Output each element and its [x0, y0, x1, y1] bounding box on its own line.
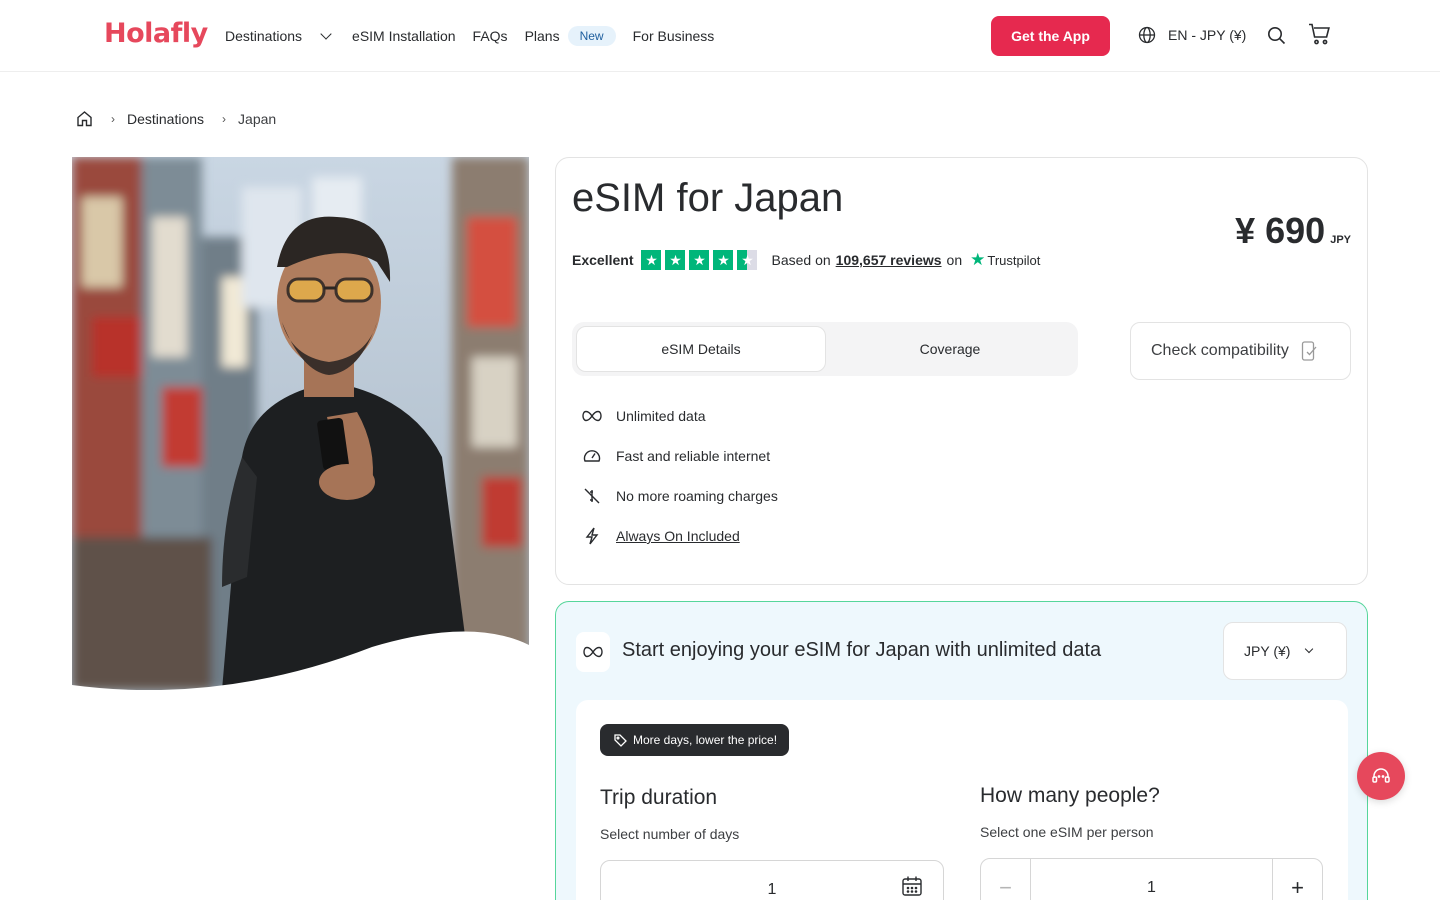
- chevron-right-icon: ›: [222, 111, 227, 126]
- search-icon[interactable]: [1267, 26, 1286, 45]
- lightning-icon: [582, 526, 602, 546]
- chevron-down-icon: [1305, 644, 1314, 654]
- feature-label: No more roaming charges: [616, 488, 778, 504]
- nav-plans[interactable]: Plans New: [525, 26, 616, 46]
- star-icon: ★: [713, 250, 734, 270]
- feature-label: Unlimited data: [616, 408, 706, 424]
- nav-for-business[interactable]: For Business: [633, 28, 715, 44]
- check-compatibility-button[interactable]: Check compatibility: [1130, 322, 1351, 380]
- price-value: ¥ 690: [1235, 210, 1326, 251]
- hero-image: [72, 157, 529, 690]
- language-label: EN - JPY (¥): [1168, 27, 1247, 43]
- no-roaming-icon: [582, 486, 602, 506]
- breadcrumb-destinations[interactable]: Destinations: [127, 111, 204, 127]
- product-price: ¥ 690 JPY: [1235, 210, 1351, 252]
- feature-item: No more roaming charges: [582, 476, 778, 516]
- trip-duration-title: Trip duration: [600, 786, 718, 809]
- product-title: eSIM for Japan: [572, 176, 844, 220]
- people-subtitle: Select one eSIM per person: [980, 824, 1154, 840]
- plan-title: Start enjoying your eSIM for Japan with …: [622, 639, 1102, 661]
- days-input[interactable]: 1: [600, 860, 944, 900]
- language-currency-selector[interactable]: EN - JPY (¥): [1138, 26, 1246, 44]
- price-currency: JPY: [1330, 234, 1351, 246]
- feature-label: Fast and reliable internet: [616, 448, 771, 464]
- globe-icon: [1138, 26, 1156, 44]
- chevron-down-icon: [320, 28, 332, 40]
- reviews-prefix: Based on: [771, 252, 831, 268]
- feature-item: Always On Included: [582, 516, 778, 556]
- feature-item: Unlimited data: [582, 396, 778, 436]
- trustpilot-rating: Excellent ★ ★ ★ ★ ★ Based on 109,657 rev…: [572, 250, 1040, 270]
- calendar-icon: [902, 876, 922, 896]
- people-stepper: − 1 +: [980, 858, 1323, 900]
- chevron-right-icon: ›: [111, 111, 115, 126]
- rating-label: Excellent: [572, 252, 634, 268]
- trustpilot-logo: ★ Trustpilot: [970, 250, 1040, 270]
- plan-selector-card: Start enjoying your eSIM for Japan with …: [555, 601, 1368, 900]
- reviews-suffix: on: [946, 252, 963, 268]
- check-compatibility-label: Check compatibility: [1151, 342, 1289, 359]
- nav-destinations-label: Destinations: [225, 28, 303, 44]
- nav-destinations[interactable]: Destinations: [225, 28, 332, 44]
- currency-select[interactable]: JPY (¥): [1223, 622, 1347, 680]
- nav-esim-installation[interactable]: eSIM Installation: [352, 28, 456, 44]
- main-nav: Destinations eSIM Installation FAQs Plan…: [225, 0, 714, 72]
- infinity-icon: [576, 632, 610, 672]
- deal-badge: More days, lower the price!: [600, 724, 790, 756]
- decrement-button[interactable]: −: [981, 859, 1031, 900]
- tag-icon: [614, 733, 627, 747]
- currency-value: JPY (¥): [1244, 643, 1291, 659]
- star-icon: ★: [689, 250, 710, 270]
- days-value: 1: [767, 881, 777, 898]
- half-star-icon: ★: [737, 250, 758, 270]
- trip-duration-subtitle: Select number of days: [600, 826, 740, 842]
- people-title: How many people?: [980, 784, 1160, 807]
- trustpilot-label: Trustpilot: [987, 252, 1041, 268]
- deal-badge-label: More days, lower the price!: [633, 733, 778, 747]
- holafly-logo[interactable]: Holafly: [104, 18, 208, 49]
- tab-coverage[interactable]: Coverage: [826, 326, 1074, 372]
- always-on-link[interactable]: Always On Included: [616, 528, 740, 544]
- star-icon: ★: [665, 250, 686, 270]
- breadcrumb-japan: Japan: [238, 110, 277, 127]
- breadcrumb: › Destinations › Japan: [76, 110, 276, 127]
- nav-plans-label: Plans: [524, 28, 560, 44]
- rating-stars: ★ ★ ★ ★ ★: [641, 250, 761, 270]
- tab-esim-details[interactable]: eSIM Details: [576, 326, 826, 372]
- site-header: Holafly Destinations eSIM Installation F…: [0, 0, 1440, 72]
- support-headset-icon: [1372, 768, 1390, 783]
- new-badge: New: [567, 26, 616, 46]
- plan-options-panel: More days, lower the price! Trip duratio…: [576, 700, 1348, 900]
- support-chat-button[interactable]: [1357, 752, 1405, 800]
- nav-faqs[interactable]: FAQs: [473, 28, 508, 44]
- trustpilot-star-icon: ★: [970, 250, 986, 269]
- feature-item: Fast and reliable internet: [582, 436, 778, 476]
- star-icon: ★: [641, 250, 662, 270]
- home-icon[interactable]: [76, 110, 93, 127]
- increment-button[interactable]: +: [1272, 859, 1322, 900]
- get-the-app-button[interactable]: Get the App: [991, 16, 1110, 56]
- phone-check-icon: [1301, 341, 1317, 361]
- product-card: eSIM for Japan ¥ 690 JPY Excellent ★ ★ ★…: [555, 157, 1368, 585]
- reviews-link[interactable]: 109,657 reviews: [836, 252, 942, 268]
- feature-list: Unlimited data Fast and reliable interne…: [582, 396, 778, 556]
- infinity-icon: [582, 406, 602, 426]
- speedometer-icon: [582, 446, 602, 466]
- people-value: 1: [1147, 879, 1156, 896]
- product-tabs: eSIM Details Coverage: [572, 322, 1078, 376]
- cart-icon[interactable]: [1308, 23, 1331, 45]
